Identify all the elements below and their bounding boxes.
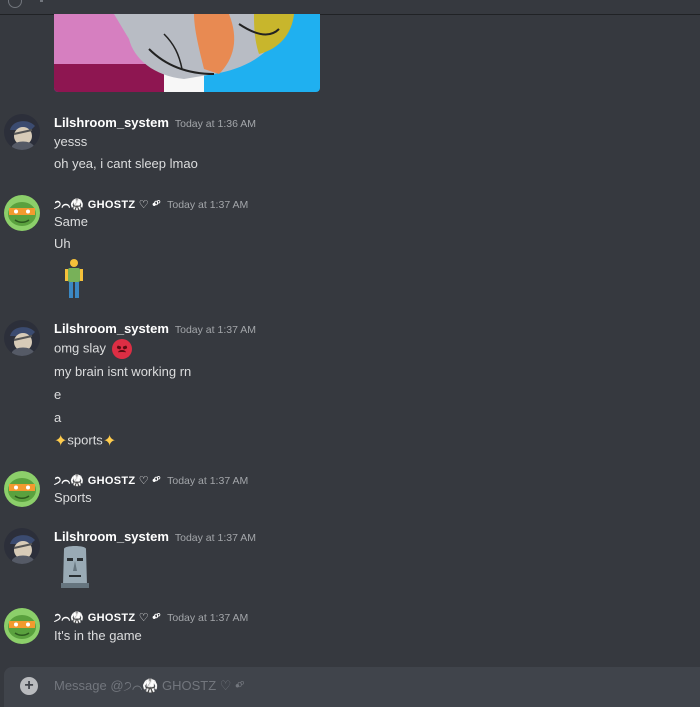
username[interactable]: Lilshroom_system — [54, 529, 169, 544]
message-text: Uh — [54, 236, 71, 251]
message-text: omg slay — [54, 340, 107, 356]
message-header: ੭⌒🥋 GHOSTZ ♡ •ͦ° Today at 1:37 AM — [54, 471, 248, 489]
message-text: Same — [54, 214, 88, 229]
avatar-lilshroom-icon — [4, 528, 40, 564]
timestamp[interactable]: Today at 1:37 AM — [167, 612, 248, 624]
message-text-with-emoji: ✦sports✦ — [54, 431, 116, 451]
add-attachment-button[interactable]: + — [20, 677, 38, 695]
message-header: Lilshroom_system Today at 1:37 AM — [54, 528, 256, 546]
angry-face-emoji-icon — [111, 339, 132, 359]
avatar[interactable] — [4, 114, 40, 150]
message-text: sports — [67, 432, 103, 448]
message-text: It's in the game — [54, 628, 142, 643]
person-standing-emoji-icon — [62, 258, 86, 305]
sparkles-icon: ✦ — [54, 433, 68, 450]
timestamp[interactable]: Today at 1:37 AM — [175, 532, 256, 544]
message-header: Lilshroom_system Today at 1:37 AM — [54, 320, 256, 338]
message-text: a — [54, 410, 62, 425]
timestamp[interactable]: Today at 1:37 AM — [175, 324, 256, 336]
message-text: e — [54, 387, 62, 402]
avatar-lilshroom-icon — [4, 320, 40, 356]
username[interactable]: ੭⌒🥋 GHOSTZ ♡ •ͦ° — [54, 199, 161, 211]
avatar-ghostz-icon — [4, 471, 40, 507]
message-text-with-emoji: omg slay — [54, 339, 132, 359]
username[interactable]: ੭⌒🥋 GHOSTZ ♡ •ͦ° — [54, 612, 161, 624]
message-text: yesss — [54, 134, 88, 149]
message-text: oh yea, i cant sleep lmao — [54, 156, 198, 171]
avatar-lilshroom-icon — [4, 114, 40, 150]
username[interactable]: Lilshroom_system — [54, 115, 169, 130]
message-text: Sports — [54, 490, 92, 505]
message-header: ੭⌒🥋 GHOSTZ ♡ •ͦ° Today at 1:37 AM — [54, 608, 248, 626]
avatar[interactable] — [4, 195, 40, 231]
timestamp[interactable]: Today at 1:37 AM — [167, 475, 248, 487]
timestamp[interactable]: Today at 1:37 AM — [167, 199, 248, 211]
message-composer: + Message @੭⌒🥋 GHOSTZ ♡ •ͦ° — [4, 667, 700, 707]
avatar[interactable] — [4, 471, 40, 507]
avatar-ghostz-icon — [4, 608, 40, 644]
top-bar-title-fragment — [40, 0, 43, 2]
message-header: Lilshroom_system Today at 1:36 AM — [54, 114, 256, 132]
avatar[interactable] — [4, 320, 40, 356]
message-input[interactable]: Message @੭⌒🥋 GHOSTZ ♡ •ͦ° — [54, 678, 245, 694]
channel-icon[interactable] — [8, 0, 22, 8]
username[interactable]: Lilshroom_system — [54, 321, 169, 336]
avatar[interactable] — [4, 608, 40, 644]
username[interactable]: ੭⌒🥋 GHOSTZ ♡ •ͦ° — [54, 475, 161, 487]
moai-emoji-icon — [58, 545, 92, 594]
attachment-image-art — [54, 14, 320, 92]
timestamp[interactable]: Today at 1:36 AM — [175, 118, 256, 130]
sparkles-icon: ✦ — [102, 433, 117, 450]
message-header: ੭⌒🥋 GHOSTZ ♡ •ͦ° Today at 1:37 AM — [54, 195, 248, 213]
avatar-ghostz-icon — [4, 195, 40, 231]
avatar[interactable] — [4, 528, 40, 564]
attachment-image[interactable] — [54, 14, 320, 92]
top-bar — [0, 0, 700, 15]
message-text: my brain isnt working rn — [54, 364, 192, 379]
